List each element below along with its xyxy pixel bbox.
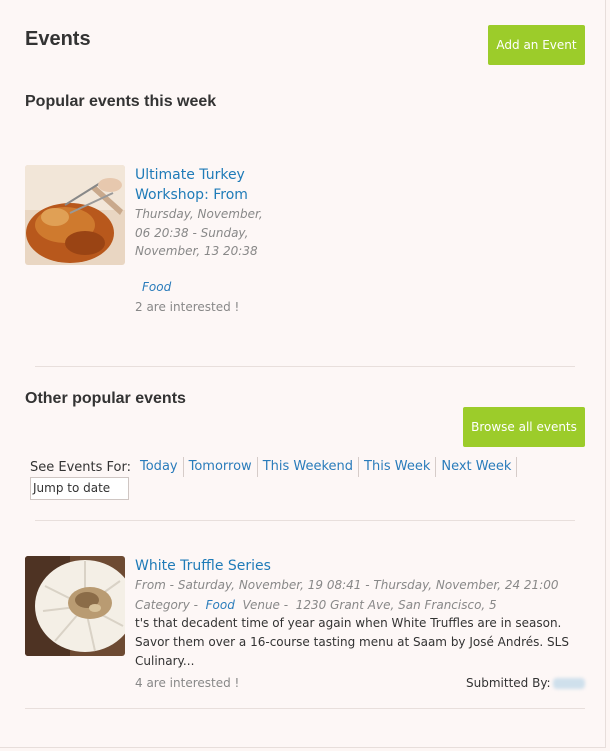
submitter-username-link[interactable]: [553, 678, 585, 689]
jump-to-date-input[interactable]: Jump to date: [30, 477, 129, 500]
add-event-button[interactable]: Add an Event: [488, 25, 585, 65]
see-events-filter-bar: See Events For: Today Tomorrow This Week…: [30, 457, 518, 477]
truffle-dish-icon: [25, 556, 125, 656]
category-prefix: Category -: [135, 598, 202, 612]
event-category-link[interactable]: Food: [142, 280, 171, 294]
event-thumbnail[interactable]: [25, 165, 125, 265]
divider: [35, 520, 575, 521]
divider: [35, 366, 575, 367]
interested-count: 4 are interested !: [135, 676, 240, 690]
filter-next-week[interactable]: Next Week: [436, 457, 518, 477]
event-thumbnail[interactable]: [25, 556, 125, 656]
event-date: Thursday, November, 06 20:38 - Sunday, N…: [135, 207, 263, 258]
filter-this-weekend[interactable]: This Weekend: [258, 457, 360, 477]
event-title-link[interactable]: Ultimate Turkey Workshop: From: [135, 165, 265, 205]
roast-turkey-icon: [25, 165, 125, 265]
filter-this-week[interactable]: This Week: [359, 457, 437, 477]
popular-events-heading: Popular events this week: [25, 93, 217, 110]
other-events-heading: Other popular events: [25, 390, 186, 407]
submitted-by-label: Submitted By:: [466, 676, 551, 690]
divider: [25, 708, 585, 709]
event-category-link[interactable]: Food: [206, 598, 235, 612]
events-panel: Events Add an Event Popular events this …: [0, 0, 606, 748]
event-category-venue: Category - Food Venue - 1230 Grant Ave, …: [135, 598, 497, 612]
browse-all-events-button[interactable]: Browse all events: [463, 407, 585, 447]
event-description: t's that decadent time of year again whe…: [135, 616, 569, 668]
event-dates: From - Saturday, November, 19 08:41 - Th…: [135, 578, 559, 592]
interested-count: 2 are interested !: [135, 300, 240, 314]
see-events-label: See Events For:: [30, 459, 131, 475]
filter-today[interactable]: Today: [135, 457, 184, 477]
from-prefix: From -: [135, 578, 178, 592]
event-venue: 1230 Grant Ave, San Francisco, 5: [295, 598, 497, 612]
event-date-range: Saturday, November, 19 08:41 - Thursday,…: [177, 578, 559, 592]
event-title-link[interactable]: White Truffle Series: [135, 556, 271, 576]
filter-tomorrow[interactable]: Tomorrow: [184, 457, 258, 477]
page-title: Events: [25, 28, 91, 50]
venue-prefix: Venue -: [242, 598, 292, 612]
